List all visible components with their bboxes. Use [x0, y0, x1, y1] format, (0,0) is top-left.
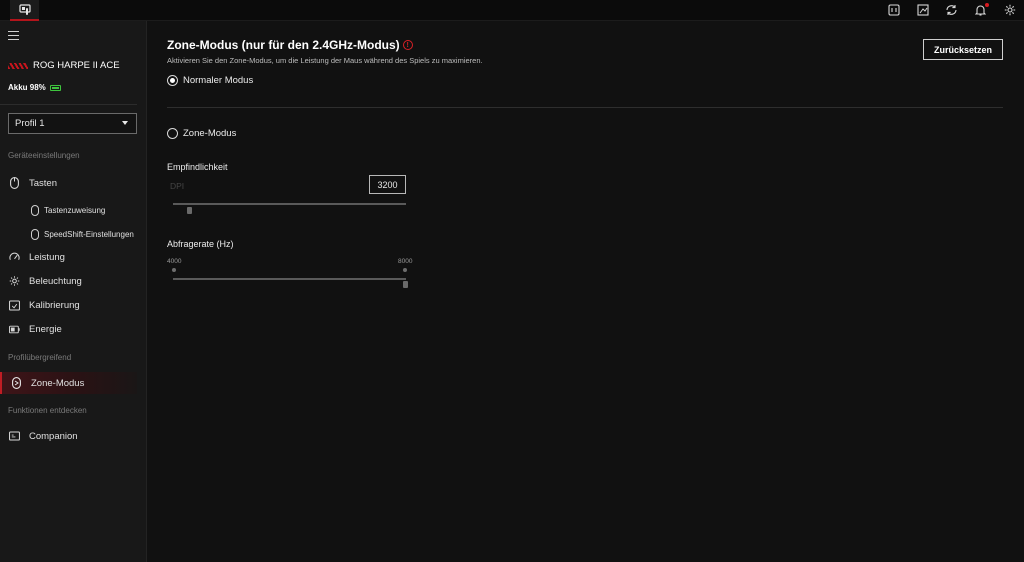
polling-max-label: 8000	[398, 258, 413, 265]
radio-label: Normaler Modus	[183, 75, 254, 86]
keyboard-shortcut-icon[interactable]	[887, 4, 900, 17]
device-name: ROG HARPE II ACE	[33, 60, 120, 71]
sidebar-item-zone-modus[interactable]: Zone-Modus	[0, 372, 137, 394]
sidebar-item-label: Energie	[29, 323, 62, 335]
sensitivity-label: Empfindlichkeit	[167, 162, 228, 172]
calibration-icon	[9, 300, 20, 311]
mouse-device-icon	[18, 4, 31, 15]
profile-dropdown[interactable]: Profil 1	[8, 113, 137, 134]
top-bar	[0, 0, 1024, 21]
notification-dot	[985, 2, 989, 7]
sidebar-item-label: SpeedShift-Einstellungen	[44, 229, 134, 239]
sidebar-item-speedshift[interactable]: SpeedShift-Einstellungen	[0, 223, 147, 245]
sidebar-item-tastenzuweisung[interactable]: Tastenzuweisung	[0, 199, 147, 221]
sidebar-item-tasten[interactable]: Tasten	[0, 172, 147, 194]
polling-slider-track[interactable]	[173, 278, 406, 280]
radio-zone-mode[interactable]: Zone-Modus	[167, 128, 236, 139]
sidebar-item-label: Companion	[29, 430, 78, 442]
radio-normal-mode[interactable]: Normaler Modus	[167, 75, 253, 86]
page-title: Zone-Modus (nur für den 2.4GHz-Modus) !	[167, 38, 413, 52]
chevron-down-icon	[122, 121, 128, 125]
page-description: Aktivieren Sie den Zone-Modus, um die Le…	[167, 56, 483, 65]
main-panel: Zone-Modus (nur für den 2.4GHz-Modus) ! …	[148, 21, 1024, 562]
polling-slider-thumb[interactable]	[403, 281, 408, 288]
sidebar: ROG HARPE II ACE Akku 98% Profil 1 Gerät…	[0, 21, 147, 562]
profile-value: Profil 1	[15, 118, 45, 129]
dpi-input[interactable]: 3200	[369, 175, 406, 194]
rog-logo-icon	[8, 62, 28, 69]
dpi-label: DPI	[170, 181, 185, 191]
battery-icon	[49, 84, 61, 91]
radio-button-unselected[interactable]	[167, 128, 178, 139]
gear-icon[interactable]	[1003, 4, 1016, 17]
sidebar-divider	[0, 104, 137, 105]
hamburger-menu-icon[interactable]	[8, 31, 19, 40]
battery-label: Akku 98%	[8, 83, 46, 92]
sidebar-item-label: Tasten	[29, 177, 57, 189]
polling-rate-label: Abfragerate (Hz)	[167, 239, 234, 249]
sidebar-item-beleuchtung[interactable]: Beleuchtung	[0, 270, 147, 292]
sidebar-item-leistung[interactable]: Leistung	[0, 246, 147, 268]
image-edit-icon[interactable]	[916, 4, 929, 17]
dpi-slider-track[interactable]	[173, 203, 406, 205]
polling-tick-max[interactable]	[403, 268, 407, 272]
page-title-text: Zone-Modus (nur für den 2.4GHz-Modus)	[167, 38, 400, 52]
section-label-device-settings: Geräteeinstellungen	[8, 151, 80, 160]
device-tab[interactable]	[10, 0, 39, 21]
mouse-icon	[29, 228, 40, 240]
sidebar-item-energie[interactable]: Energie	[0, 318, 147, 340]
info-icon[interactable]: !	[402, 40, 413, 50]
radio-label: Zone-Modus	[183, 128, 237, 139]
sync-icon[interactable]	[945, 4, 958, 17]
sidebar-item-kalibrierung[interactable]: Kalibrierung	[0, 294, 147, 316]
section-label-cross-profile: Profilübergreifend	[8, 353, 72, 362]
section-label-discover: Funktionen entdecken	[8, 406, 87, 415]
zone-mode-icon	[11, 377, 22, 389]
lighting-icon	[9, 276, 20, 287]
sidebar-item-companion[interactable]: Companion	[0, 425, 147, 447]
sidebar-item-label: Beleuchtung	[29, 275, 82, 287]
companion-icon	[9, 431, 20, 442]
polling-tick-min[interactable]	[172, 268, 176, 272]
performance-icon	[9, 252, 20, 263]
section-divider	[167, 107, 1003, 108]
mouse-icon	[29, 204, 40, 216]
battery-icon	[9, 324, 20, 335]
dpi-slider-thumb[interactable]	[187, 207, 193, 214]
sidebar-item-label: Kalibrierung	[29, 299, 80, 311]
sidebar-item-label: Leistung	[29, 251, 65, 263]
mouse-buttons-icon	[9, 177, 20, 189]
battery-status: Akku 98%	[8, 83, 61, 92]
radio-button-selected[interactable]	[167, 75, 178, 86]
polling-min-label: 4000	[167, 258, 182, 265]
bell-icon[interactable]	[974, 2, 989, 17]
sidebar-item-label: Tastenzuweisung	[44, 205, 106, 215]
device-header: ROG HARPE II ACE	[8, 60, 120, 71]
sidebar-item-label: Zone-Modus	[31, 377, 85, 389]
reset-button[interactable]: Zurücksetzen	[923, 39, 1003, 60]
